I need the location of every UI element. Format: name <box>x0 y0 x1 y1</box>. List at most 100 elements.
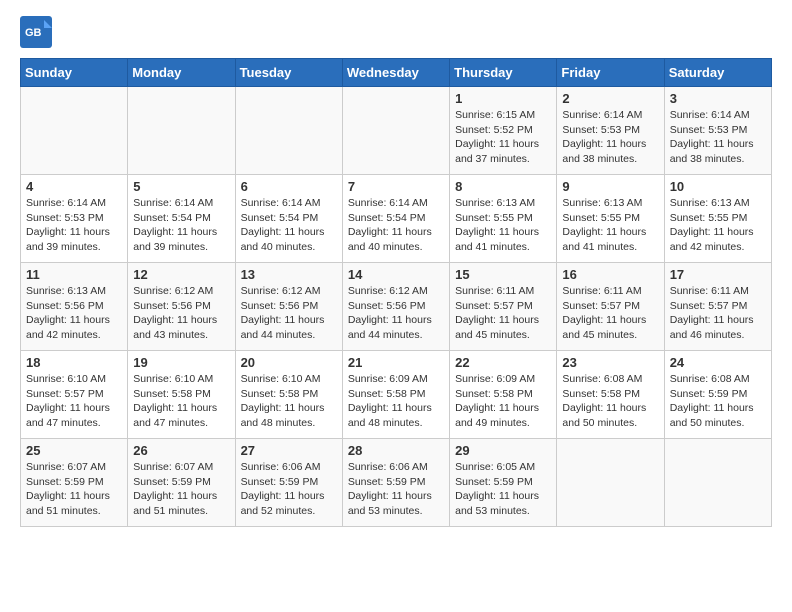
day-number: 9 <box>562 179 658 194</box>
day-info: Sunrise: 6:08 AM Sunset: 5:58 PM Dayligh… <box>562 372 658 431</box>
day-info: Sunrise: 6:13 AM Sunset: 5:55 PM Dayligh… <box>670 196 766 255</box>
logo-icon: GB <box>20 16 52 48</box>
calendar-cell: 1Sunrise: 6:15 AM Sunset: 5:52 PM Daylig… <box>450 87 557 175</box>
header: GB <box>20 16 772 48</box>
day-info: Sunrise: 6:11 AM Sunset: 5:57 PM Dayligh… <box>455 284 551 343</box>
day-number: 20 <box>241 355 337 370</box>
calendar-cell: 26 Sunrise: 6:07 AM Sunset: 5:59 PM Dayli… <box>128 439 235 527</box>
day-number: 21 <box>348 355 444 370</box>
calendar-week-4: 18Sunrise: 6:10 AM Sunset: 5:57 PM Dayli… <box>21 351 772 439</box>
calendar-cell: 23 Sunrise: 6:08 AM Sunset: 5:58 PM Dayli… <box>557 351 664 439</box>
calendar-cell: 20 Sunrise: 6:10 AM Sunset: 5:58 PM Dayli… <box>235 351 342 439</box>
day-info: Sunrise: 6:14 AM Sunset: 5:53 PM Dayligh… <box>562 108 658 167</box>
day-number: 17 <box>670 267 766 282</box>
header-cell-friday: Friday <box>557 59 664 87</box>
calendar-cell: 12 Sunrise: 6:12 AM Sunset: 5:56 PM Dayli… <box>128 263 235 351</box>
calendar-cell: 4 Sunrise: 6:14 AM Sunset: 5:53 PM Daylig… <box>21 175 128 263</box>
calendar-cell <box>21 87 128 175</box>
calendar-cell: 17 Sunrise: 6:11 AM Sunset: 5:57 PM Dayli… <box>664 263 771 351</box>
day-number: 11 <box>26 267 122 282</box>
day-number: 24 <box>670 355 766 370</box>
header-cell-monday: Monday <box>128 59 235 87</box>
day-number: 23 <box>562 355 658 370</box>
calendar-cell: 15 Sunrise: 6:11 AM Sunset: 5:57 PM Dayli… <box>450 263 557 351</box>
day-info: Sunrise: 6:12 AM Sunset: 5:56 PM Dayligh… <box>241 284 337 343</box>
day-number: 19 <box>133 355 229 370</box>
day-info: Sunrise: 6:05 AM Sunset: 5:59 PM Dayligh… <box>455 460 551 519</box>
day-info: Sunrise: 6:07 AM Sunset: 5:59 PM Dayligh… <box>133 460 229 519</box>
calendar-cell: 25Sunrise: 6:07 AM Sunset: 5:59 PM Dayli… <box>21 439 128 527</box>
day-info: Sunrise: 6:13 AM Sunset: 5:55 PM Dayligh… <box>455 196 551 255</box>
header-cell-thursday: Thursday <box>450 59 557 87</box>
day-info: Sunrise: 6:09 AM Sunset: 5:58 PM Dayligh… <box>455 372 551 431</box>
logo: GB <box>20 16 56 48</box>
calendar-cell: 8 Sunrise: 6:13 AM Sunset: 5:55 PM Daylig… <box>450 175 557 263</box>
day-info: Sunrise: 6:13 AM Sunset: 5:55 PM Dayligh… <box>562 196 658 255</box>
day-number: 8 <box>455 179 551 194</box>
calendar-cell: 5 Sunrise: 6:14 AM Sunset: 5:54 PM Daylig… <box>128 175 235 263</box>
calendar-cell <box>128 87 235 175</box>
calendar-cell: 2 Sunrise: 6:14 AM Sunset: 5:53 PM Daylig… <box>557 87 664 175</box>
day-number: 18 <box>26 355 122 370</box>
calendar-week-3: 11 Sunrise: 6:13 AM Sunset: 5:56 PM Dayli… <box>21 263 772 351</box>
calendar-cell: 7Sunrise: 6:14 AM Sunset: 5:54 PM Daylig… <box>342 175 449 263</box>
day-info: Sunrise: 6:06 AM Sunset: 5:59 PM Dayligh… <box>241 460 337 519</box>
calendar-cell: 14 Sunrise: 6:12 AM Sunset: 5:56 PM Dayli… <box>342 263 449 351</box>
day-info: Sunrise: 6:13 AM Sunset: 5:56 PM Dayligh… <box>26 284 122 343</box>
day-number: 6 <box>241 179 337 194</box>
day-number: 16 <box>562 267 658 282</box>
day-info: Sunrise: 6:08 AM Sunset: 5:59 PM Dayligh… <box>670 372 766 431</box>
day-number: 22 <box>455 355 551 370</box>
calendar-cell <box>342 87 449 175</box>
day-info: Sunrise: 6:06 AM Sunset: 5:59 PM Dayligh… <box>348 460 444 519</box>
day-number: 15 <box>455 267 551 282</box>
calendar-table: SundayMondayTuesdayWednesdayThursdayFrid… <box>20 58 772 527</box>
day-number: 5 <box>133 179 229 194</box>
header-cell-wednesday: Wednesday <box>342 59 449 87</box>
day-info: Sunrise: 6:10 AM Sunset: 5:58 PM Dayligh… <box>241 372 337 431</box>
calendar-week-5: 25Sunrise: 6:07 AM Sunset: 5:59 PM Dayli… <box>21 439 772 527</box>
day-number: 12 <box>133 267 229 282</box>
calendar-cell <box>557 439 664 527</box>
header-cell-tuesday: Tuesday <box>235 59 342 87</box>
calendar-cell: 21Sunrise: 6:09 AM Sunset: 5:58 PM Dayli… <box>342 351 449 439</box>
day-info: Sunrise: 6:11 AM Sunset: 5:57 PM Dayligh… <box>670 284 766 343</box>
day-number: 3 <box>670 91 766 106</box>
day-info: Sunrise: 6:12 AM Sunset: 5:56 PM Dayligh… <box>133 284 229 343</box>
day-number: 13 <box>241 267 337 282</box>
day-number: 2 <box>562 91 658 106</box>
calendar-cell: 22 Sunrise: 6:09 AM Sunset: 5:58 PM Dayli… <box>450 351 557 439</box>
calendar-cell: 27 Sunrise: 6:06 AM Sunset: 5:59 PM Dayli… <box>235 439 342 527</box>
day-info: Sunrise: 6:12 AM Sunset: 5:56 PM Dayligh… <box>348 284 444 343</box>
day-info: Sunrise: 6:14 AM Sunset: 5:53 PM Dayligh… <box>26 196 122 255</box>
day-number: 27 <box>241 443 337 458</box>
day-number: 29 <box>455 443 551 458</box>
calendar-cell: 10 Sunrise: 6:13 AM Sunset: 5:55 PM Dayli… <box>664 175 771 263</box>
calendar-cell: 13 Sunrise: 6:12 AM Sunset: 5:56 PM Dayli… <box>235 263 342 351</box>
day-number: 26 <box>133 443 229 458</box>
day-number: 14 <box>348 267 444 282</box>
calendar-cell: 19 Sunrise: 6:10 AM Sunset: 5:58 PM Dayli… <box>128 351 235 439</box>
day-number: 1 <box>455 91 551 106</box>
calendar-cell: 16 Sunrise: 6:11 AM Sunset: 5:57 PM Dayli… <box>557 263 664 351</box>
calendar-cell <box>235 87 342 175</box>
calendar-header-row: SundayMondayTuesdayWednesdayThursdayFrid… <box>21 59 772 87</box>
day-info: Sunrise: 6:07 AM Sunset: 5:59 PM Dayligh… <box>26 460 122 519</box>
day-number: 10 <box>670 179 766 194</box>
header-cell-saturday: Saturday <box>664 59 771 87</box>
day-number: 28 <box>348 443 444 458</box>
header-cell-sunday: Sunday <box>21 59 128 87</box>
day-info: Sunrise: 6:14 AM Sunset: 5:54 PM Dayligh… <box>241 196 337 255</box>
day-info: Sunrise: 6:10 AM Sunset: 5:58 PM Dayligh… <box>133 372 229 431</box>
day-info: Sunrise: 6:11 AM Sunset: 5:57 PM Dayligh… <box>562 284 658 343</box>
calendar-cell: 18Sunrise: 6:10 AM Sunset: 5:57 PM Dayli… <box>21 351 128 439</box>
calendar-cell: 6 Sunrise: 6:14 AM Sunset: 5:54 PM Daylig… <box>235 175 342 263</box>
calendar-week-1: 1Sunrise: 6:15 AM Sunset: 5:52 PM Daylig… <box>21 87 772 175</box>
day-info: Sunrise: 6:14 AM Sunset: 5:53 PM Dayligh… <box>670 108 766 167</box>
day-number: 7 <box>348 179 444 194</box>
calendar-cell: 11 Sunrise: 6:13 AM Sunset: 5:56 PM Dayli… <box>21 263 128 351</box>
day-info: Sunrise: 6:14 AM Sunset: 5:54 PM Dayligh… <box>133 196 229 255</box>
calendar-cell: 24 Sunrise: 6:08 AM Sunset: 5:59 PM Dayli… <box>664 351 771 439</box>
day-number: 4 <box>26 179 122 194</box>
calendar-cell <box>664 439 771 527</box>
